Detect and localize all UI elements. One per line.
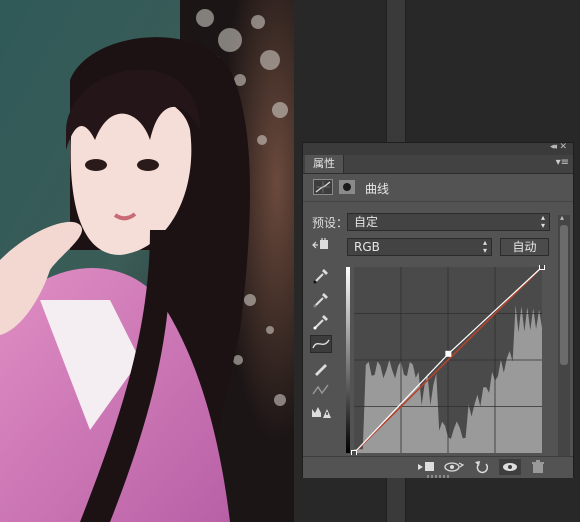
- divider: [303, 201, 573, 202]
- curve-control-point: [445, 350, 452, 357]
- layer-mask-icon[interactable]: [339, 180, 355, 194]
- panel-titlebar[interactable]: ◂◂ ✕: [303, 142, 573, 155]
- panel-menu-icon[interactable]: ▾≡: [556, 157, 569, 168]
- scroll-up-icon[interactable]: ▴: [560, 213, 564, 222]
- curves-adjustment-icon[interactable]: [313, 179, 333, 195]
- collapse-icon[interactable]: ◂◂: [550, 142, 557, 152]
- on-image-adjust-hand-icon[interactable]: [311, 237, 333, 253]
- visibility-eye-icon[interactable]: [499, 459, 521, 475]
- sample-white-eyedropper-icon[interactable]: [310, 313, 332, 331]
- preset-dropdown[interactable]: 自定 ▴ ▾: [347, 213, 550, 231]
- sample-gray-eyedropper-icon[interactable]: [310, 291, 332, 309]
- portrait-image: [0, 0, 294, 522]
- updown-arrows-icon: ▴ ▾: [482, 238, 487, 255]
- panel-scrollbar[interactable]: ▴ ▾: [558, 213, 570, 463]
- preset-value: 自定: [354, 215, 379, 229]
- smooth-curve-icon[interactable]: [310, 381, 332, 399]
- clipping-warning-icon[interactable]: [310, 403, 332, 421]
- edit-points-curve-icon[interactable]: [310, 335, 332, 353]
- auto-button[interactable]: 自动: [500, 238, 549, 256]
- updown-arrows-icon: ▴ ▾: [540, 213, 545, 230]
- close-icon[interactable]: ✕: [559, 142, 567, 152]
- channel-dropdown[interactable]: RGB ▴ ▾: [347, 238, 492, 256]
- channel-value: RGB: [354, 240, 380, 254]
- view-previous-state-icon[interactable]: [443, 459, 465, 475]
- curve-graph[interactable]: [346, 264, 545, 456]
- clip-to-layer-icon[interactable]: [415, 459, 437, 475]
- reset-icon[interactable]: [471, 459, 493, 475]
- canvas-photo[interactable]: [0, 0, 294, 522]
- sample-black-eyedropper-icon[interactable]: [310, 267, 332, 285]
- panel-resize-grip[interactable]: [427, 475, 449, 478]
- adjustment-title: 曲线: [365, 182, 390, 196]
- curve-control-point: [539, 264, 545, 270]
- panel-tab-row: 属性 ▾≡: [303, 155, 573, 174]
- delete-trash-icon[interactable]: [527, 459, 549, 475]
- preset-label: 预设：: [312, 216, 349, 230]
- properties-panel: ◂◂ ✕ 属性 ▾≡ 曲线 预设： 自定 ▴ ▾ RGB ▴ ▾ 自动 ▴: [302, 142, 574, 478]
- scrollbar-thumb[interactable]: [560, 225, 568, 365]
- tab-properties[interactable]: 属性: [305, 155, 344, 173]
- pencil-draw-icon[interactable]: [310, 359, 332, 377]
- curve-control-point: [351, 450, 357, 456]
- output-gradient-bar: [346, 267, 350, 453]
